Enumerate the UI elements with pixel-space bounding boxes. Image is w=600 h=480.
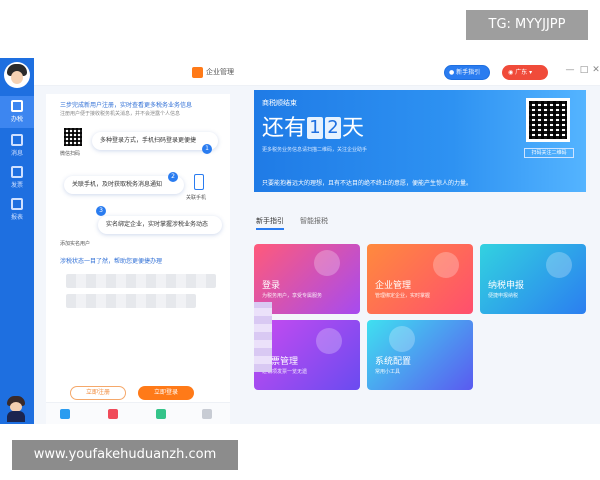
- banner-note: 更多税务业务信息请扫描二维码，关注企业助手: [262, 147, 368, 153]
- card-settings[interactable]: 系统配置 常用小工具: [367, 320, 473, 390]
- add-user-label: 添加实名用户: [60, 241, 91, 247]
- tool-icon[interactable]: [156, 409, 166, 419]
- wechat-qr-code: [64, 128, 82, 146]
- card-title: 纳税申报: [488, 281, 525, 291]
- step-card-phone: 关联手机，及时获取税务消息通知: [64, 176, 184, 194]
- step-number-1: 1: [202, 144, 212, 154]
- watermark-top: TG: MYYJJPP: [466, 10, 588, 40]
- filing-icon: [546, 252, 572, 278]
- app-window: 办税 消息 发票 报表 企业管理 ● 新手指引 ◉ 广东 ▾ — □ ✕ 三步完…: [0, 58, 600, 424]
- card-title: 企业管理: [375, 281, 412, 291]
- phone-icon: [194, 174, 204, 190]
- assistant-avatar[interactable]: [3, 396, 29, 422]
- sidebar-item-report[interactable]: 报表: [0, 194, 34, 226]
- guide-tip-bottom: 涉税状态一目了然，帮助您更便捷办理: [60, 258, 163, 265]
- card-subtitle: 便捷申报纳税: [488, 293, 519, 299]
- phone-label: 关联手机: [186, 195, 207, 201]
- tool-icon[interactable]: [60, 409, 70, 419]
- watermark-bottom: www.youfakehuduanzh.com: [12, 440, 238, 470]
- planet-icon: [389, 326, 415, 352]
- sidebar-item-label: 报表: [10, 214, 23, 221]
- sidebar-item-label: 消息: [10, 150, 23, 157]
- step-card-login: 多种登录方式，手机扫码登录更便捷: [92, 132, 218, 150]
- banner-subtitle: 商税顺结束: [262, 99, 297, 107]
- tool-icon[interactable]: [108, 409, 118, 419]
- tab-smart-tax[interactable]: 智能报税: [300, 216, 328, 226]
- app-logo-icon: [192, 66, 203, 78]
- sidebar-item-invoice[interactable]: 发票: [0, 162, 34, 194]
- card-subtitle: 为税务用户，享受专属服务: [262, 293, 323, 299]
- sidebar-item-message[interactable]: 消息: [0, 130, 34, 162]
- blurred-content: [66, 274, 216, 288]
- card-tax-filing[interactable]: 纳税申报 便捷申报纳税: [480, 244, 586, 314]
- guide-tip-top: 三步完成新用户注册，实时查看更多税务业务信息: [60, 102, 193, 109]
- maximize-icon[interactable]: □: [578, 64, 590, 76]
- guide-button[interactable]: ● 新手指引: [444, 65, 490, 80]
- card-subtitle: 管理绑定企业，实时掌握: [375, 293, 431, 299]
- banner-qr-code: [526, 98, 570, 142]
- building-icon: [433, 252, 459, 278]
- step-number-2: 2: [168, 172, 178, 182]
- sidebar: 办税 消息 发票 报表: [0, 58, 34, 424]
- register-button[interactable]: 立即注册: [70, 386, 126, 400]
- quick-tools-bar: [46, 402, 230, 424]
- banner-motto: 只要能抱着远大的理想，且有不达目的绝不终止的意愿，便能产生惊人的力量。: [262, 180, 473, 187]
- user-avatar[interactable]: [4, 62, 30, 88]
- countdown-text: 还有 1 2 天: [262, 116, 365, 141]
- card-title: 登录: [262, 281, 281, 291]
- app-title: 企业管理: [192, 65, 234, 79]
- tab-guide[interactable]: 新手指引: [256, 216, 284, 230]
- chart-icon: [11, 198, 23, 210]
- login-button[interactable]: 立即登录: [138, 386, 194, 400]
- region-select[interactable]: ◉ 广东 ▾: [502, 65, 548, 80]
- blurred-region: [254, 302, 272, 372]
- sidebar-item-label: 发票: [10, 182, 23, 189]
- message-icon: [11, 134, 23, 146]
- qr-caption: 扫码关注二维码: [524, 148, 574, 158]
- card-title: 系统配置: [375, 357, 412, 367]
- card-subtitle: 常用小工具: [375, 369, 401, 375]
- home-icon: [11, 100, 23, 112]
- sidebar-item-tax[interactable]: 办税: [0, 96, 34, 128]
- invoice-icon: [316, 328, 342, 354]
- user-icon: [314, 250, 340, 276]
- sidebar-item-label: 办税: [10, 116, 23, 123]
- title-bar: 企业管理 ● 新手指引 ◉ 广东 ▾ — □ ✕: [34, 58, 600, 86]
- tool-icon[interactable]: [202, 409, 212, 419]
- deadline-banner: 商税顺结束 还有 1 2 天 更多税务业务信息请扫描二维码，关注企业助手 只要能抱着远…: [254, 90, 586, 192]
- minimize-icon[interactable]: —: [564, 64, 576, 76]
- registration-guide-panel: 三步完成新用户注册，实时查看更多税务业务信息 注册用户便于接收税务机关消息，并不…: [46, 94, 230, 422]
- blurred-content: [66, 294, 196, 308]
- step-card-enterprise: 实名绑定企业，实时掌握涉税业务动态: [98, 216, 222, 234]
- qr-label: 微信扫码: [60, 151, 81, 157]
- step-number-3: 3: [96, 206, 106, 216]
- invoice-icon: [11, 166, 23, 178]
- guide-tip-sub: 注册用户便于接收税务机关消息，并不会泄露个人信息: [60, 111, 181, 117]
- close-icon[interactable]: ✕: [590, 64, 600, 76]
- card-enterprise[interactable]: 企业管理 管理绑定企业，实时掌握: [367, 244, 473, 314]
